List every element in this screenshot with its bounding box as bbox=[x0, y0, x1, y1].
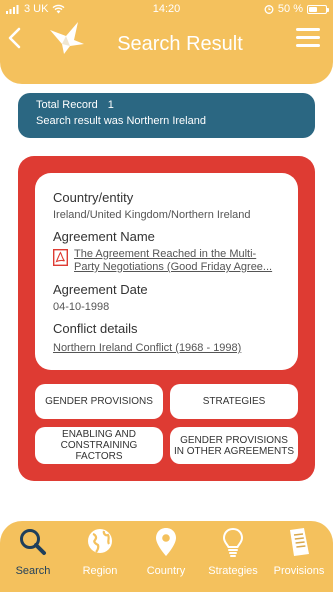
back-button[interactable] bbox=[6, 26, 26, 50]
page-title: Search Result bbox=[117, 33, 243, 55]
lightbulb-icon bbox=[222, 527, 244, 557]
menu-button[interactable] bbox=[296, 28, 320, 47]
document-icon bbox=[290, 528, 309, 556]
battery-icon bbox=[307, 4, 329, 14]
menu-bar bbox=[296, 28, 320, 31]
search-result-message: Search result was Northern Ireland bbox=[36, 115, 206, 127]
nav-label-country: Country bbox=[146, 565, 186, 577]
gender-provisions-other-button[interactable]: GENDER PROVISIONS IN OTHER AGREEMENTS bbox=[170, 427, 298, 464]
total-record-label: Total Record bbox=[36, 99, 98, 111]
nav-label-search: Search bbox=[15, 565, 51, 577]
nav-item-search[interactable]: Search bbox=[0, 521, 66, 592]
total-record-count: 1 bbox=[107, 99, 114, 111]
agreement-date-label: Agreement Date bbox=[53, 282, 148, 297]
bottom-nav: Search Region Country Strategies Provisi… bbox=[0, 521, 333, 592]
total-record-banner: Total Record 1 Search result was Norther… bbox=[18, 93, 315, 138]
agreement-details: Country/entity Ireland/United Kingdom/No… bbox=[35, 173, 298, 370]
country-label: Country/entity bbox=[53, 190, 134, 205]
status-right: 50 % bbox=[264, 3, 329, 15]
nav-label-provisions: Provisions bbox=[273, 565, 325, 577]
country-value: Ireland/United Kingdom/Northern Ireland bbox=[53, 209, 251, 221]
header-bar: 3 UK 14:20 50 % Search Result bbox=[0, 0, 333, 84]
menu-bar bbox=[296, 36, 320, 39]
agreement-link-row[interactable]: The Agreement Reached in the Multi-Party… bbox=[53, 248, 298, 274]
agreement-date-value: 04-10-1998 bbox=[53, 301, 110, 313]
menu-bar bbox=[296, 44, 320, 47]
status-bar: 3 UK 14:20 50 % bbox=[0, 0, 333, 20]
nav-label-region: Region bbox=[82, 565, 118, 577]
map-pin-icon bbox=[156, 528, 176, 556]
nav-item-country[interactable]: Country bbox=[133, 521, 199, 592]
gender-provisions-button[interactable]: GENDER PROVISIONS bbox=[35, 384, 163, 419]
battery-percent: 50 % bbox=[277, 3, 303, 15]
globe-icon bbox=[88, 529, 112, 553]
alarm-icon bbox=[264, 5, 274, 14]
agreement-name-link[interactable]: The Agreement Reached in the Multi-Party… bbox=[74, 248, 278, 274]
pdf-icon bbox=[53, 249, 68, 266]
agreement-name-label: Agreement Name bbox=[53, 229, 155, 244]
conflict-details-label: Conflict details bbox=[53, 321, 138, 336]
conflict-link[interactable]: Northern Ireland Conflict (1968 - 1998) bbox=[53, 342, 298, 355]
dove-logo-icon bbox=[50, 22, 84, 54]
nav-label-strategies: Strategies bbox=[208, 565, 258, 577]
search-icon bbox=[20, 529, 46, 555]
enabling-constraining-button[interactable]: ENABLING AND CONSTRAINING FACTORS bbox=[35, 427, 163, 464]
nav-item-region[interactable]: Region bbox=[67, 521, 133, 592]
strategies-button[interactable]: STRATEGIES bbox=[170, 384, 298, 419]
nav-item-provisions[interactable]: Provisions bbox=[266, 521, 332, 592]
battery-fill bbox=[309, 6, 317, 12]
result-card: Country/entity Ireland/United Kingdom/No… bbox=[18, 156, 315, 481]
nav-item-strategies[interactable]: Strategies bbox=[200, 521, 266, 592]
